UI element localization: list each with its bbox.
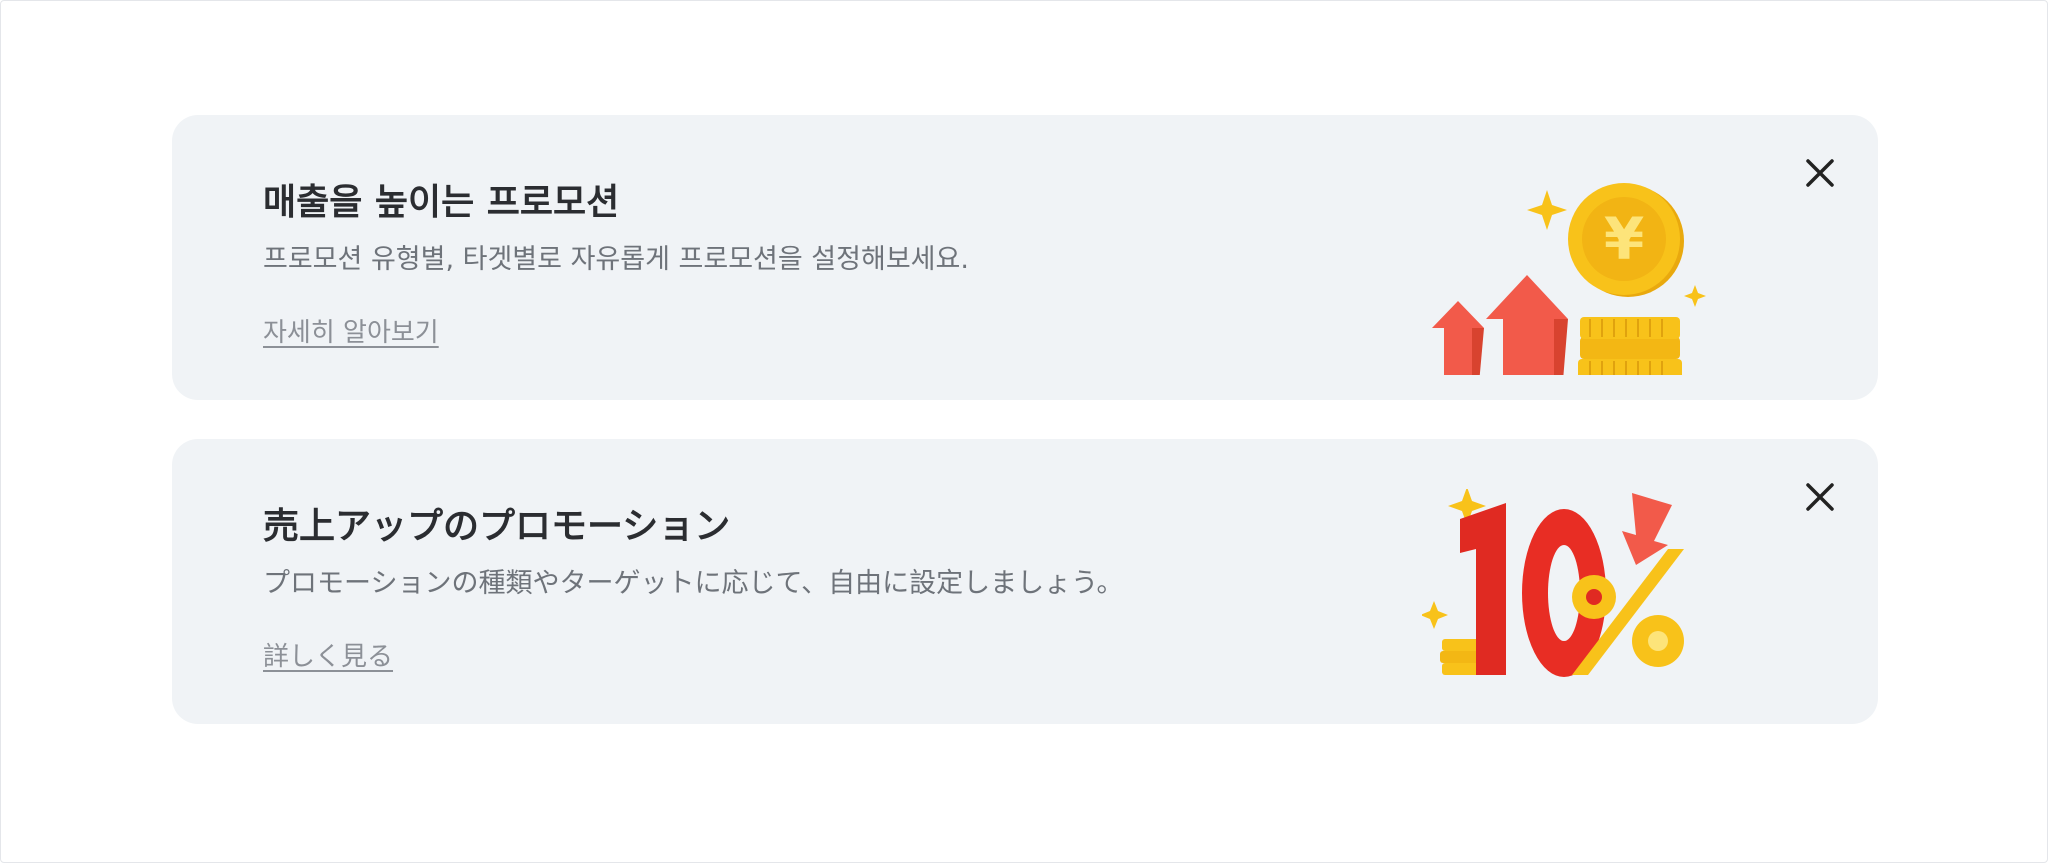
close-icon[interactable]: [1800, 477, 1840, 517]
close-icon[interactable]: [1800, 153, 1840, 193]
banner-title: 売上アップのプロモーション: [263, 506, 731, 547]
banner-title: 매출을 높이는 프로모션: [263, 182, 620, 223]
learn-more-link[interactable]: 詳しく見る: [263, 636, 393, 673]
promo-banner-ja: 売上アップのプロモーション プロモーションの種類やターゲットに応じて、自由に設定…: [172, 439, 1878, 724]
banner-description: プロモーションの種類やターゲットに応じて、自由に設定しましょう。: [263, 568, 1124, 599]
sparkle-icon: [1422, 601, 1448, 629]
promo-banner-ko: 매출을 높이는 프로모션 프로모션 유형별, 타겟별로 자유롭게 프로모션을 설…: [172, 115, 1878, 400]
sparkle-icon: [1527, 190, 1567, 230]
banner-description: 프로모션 유형별, 타겟별로 자유롭게 프로모션을 설정해보세요.: [263, 244, 969, 275]
ten-percent-discount-icon: [1422, 489, 1684, 677]
coin-growth-icon: ¥: [1432, 183, 1706, 375]
sparkle-icon: [1684, 285, 1706, 307]
yen-symbol: ¥: [1604, 205, 1644, 273]
learn-more-link[interactable]: 자세히 알아보기: [263, 312, 439, 349]
page-frame: 매출을 높이는 프로모션 프로모션 유형별, 타겟별로 자유롭게 프로모션을 설…: [0, 0, 2048, 863]
